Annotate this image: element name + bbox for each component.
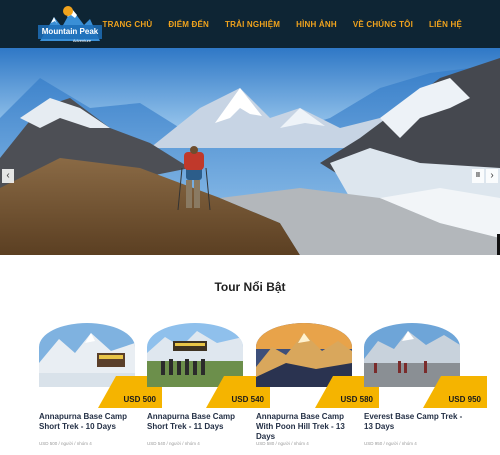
nav-ve-chung-toi[interactable]: VỀ CHÚNG TÔI (345, 20, 421, 29)
hero-image (0, 48, 500, 255)
price-tag: USD 950 (423, 376, 487, 408)
slider-next-button[interactable]: › (486, 169, 498, 183)
tour-card[interactable]: USD 500 Annapurna Base Camp Short Trek -… (39, 323, 162, 446)
nav-trai-nghiem[interactable]: TRẢI NGHIỆM (217, 20, 288, 29)
price-label: USD 580 (340, 395, 373, 404)
tour-subtext: USD 500 / người / nhóm 4 (39, 441, 92, 446)
slider-prev-button[interactable]: ‹ (2, 169, 14, 183)
nav-diem-den[interactable]: ĐIỂM ĐẾN (160, 20, 217, 29)
main-nav: TRANG CHỦ ĐIỂM ĐẾN TRẢI NGHIỆM HÌNH ẢNH … (95, 0, 470, 48)
site-header: Mountain Peak Adventure TRANG CHỦ ĐIỂM Đ… (0, 0, 500, 48)
brand-logo[interactable]: Mountain Peak Adventure (38, 3, 102, 45)
nav-lien-he[interactable]: LIÊN HỆ (421, 20, 470, 29)
price-label: USD 540 (231, 395, 264, 404)
tour-subtext: USD 540 / người / nhóm 4 (147, 441, 200, 446)
price-label: USD 500 (123, 395, 156, 404)
featured-tours-heading: Tour Nổi Bật (214, 280, 286, 294)
tour-card[interactable]: USD 950 Everest Base Camp Trek - 13 Days… (364, 323, 487, 446)
logo-subtext: Adventure (73, 38, 92, 43)
tour-title[interactable]: Annapurna Base Camp Short Trek - 11 Days (147, 412, 251, 432)
tour-title[interactable]: Annapurna Base Camp Short Trek - 10 Days (39, 412, 143, 432)
hero-slider: ‹ II › (0, 48, 500, 255)
slider-pause-button[interactable]: II (472, 169, 484, 183)
tour-card[interactable]: USD 540 Annapurna Base Camp Short Trek -… (147, 323, 270, 446)
logo-text: Mountain Peak (42, 27, 99, 36)
tour-subtext: USD 950 / người / nhóm 4 (364, 441, 417, 446)
tour-card[interactable]: USD 580 Annapurna Base Camp With Poon Hi… (256, 323, 379, 446)
tour-title[interactable]: Annapurna Base Camp With Poon Hill Trek … (256, 412, 360, 442)
tour-title[interactable]: Everest Base Camp Trek - 13 Days (364, 412, 468, 432)
nav-trang-chu[interactable]: TRANG CHỦ (95, 20, 161, 29)
price-label: USD 950 (448, 395, 481, 404)
tour-subtext: USD 580 / người / nhóm 4 (256, 441, 309, 446)
nav-hinh-anh[interactable]: HÌNH ẢNH (288, 20, 345, 29)
